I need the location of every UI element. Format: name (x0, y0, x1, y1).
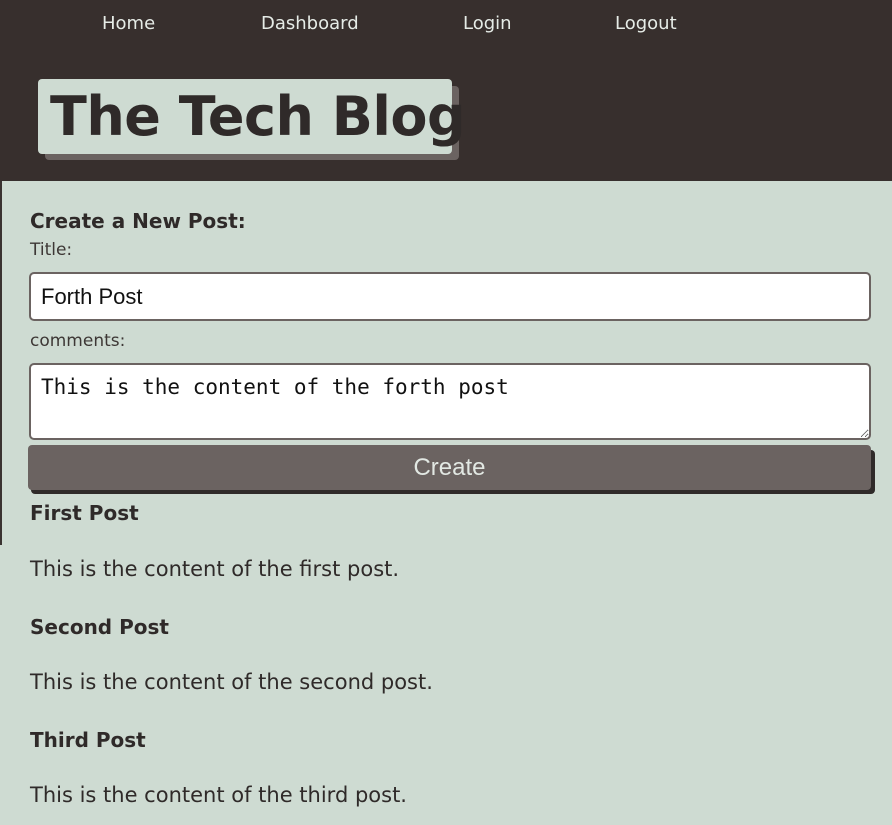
title-input[interactable] (29, 272, 871, 321)
site-title: The Tech Blog (50, 85, 466, 148)
post-title: First Post (30, 501, 139, 525)
post-content: This is the content of the first post. (30, 557, 400, 581)
main-nav: Home Dashboard Login Logout (0, 0, 892, 50)
comments-label: comments: (30, 331, 126, 351)
post-content: This is the content of the second post. (30, 670, 433, 694)
nav-login-link[interactable]: Login (463, 13, 512, 34)
new-post-heading: Create a New Post: (30, 209, 246, 233)
post-content: This is the content of the third post. (30, 783, 407, 807)
site-header: Home Dashboard Login Logout The Tech Blo… (0, 0, 892, 181)
page: Home Dashboard Login Logout The Tech Blo… (0, 0, 892, 825)
comments-textarea[interactable]: This is the content of the forth post (29, 363, 871, 440)
site-logo: The Tech Blog (38, 79, 466, 154)
post-title: Third Post (30, 728, 146, 752)
nav-home-link[interactable]: Home (102, 13, 155, 34)
create-button[interactable]: Create (28, 445, 871, 490)
nav-dashboard-link[interactable]: Dashboard (261, 13, 359, 34)
post-title: Second Post (30, 615, 169, 639)
nav-logout-link[interactable]: Logout (615, 13, 677, 34)
title-label: Title: (30, 240, 73, 260)
